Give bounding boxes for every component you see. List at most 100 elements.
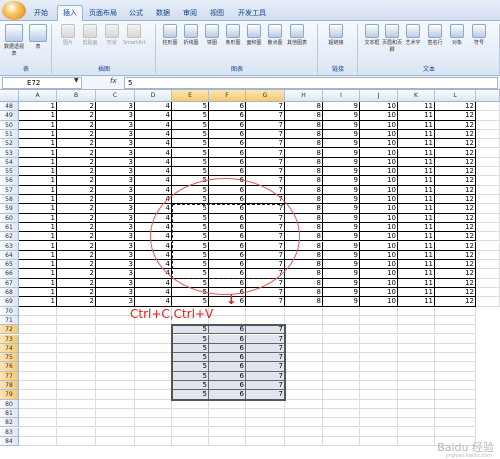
table-cell[interactable] bbox=[476, 260, 500, 270]
table-cell[interactable] bbox=[172, 418, 209, 428]
table-cell[interactable] bbox=[476, 278, 500, 288]
table-cell[interactable]: 11 bbox=[398, 111, 435, 121]
table-cell[interactable]: 2 bbox=[57, 278, 96, 288]
table-cell[interactable]: 7 bbox=[246, 278, 285, 288]
pasted-cell[interactable]: 5 bbox=[172, 371, 209, 381]
table-cell[interactable] bbox=[172, 436, 209, 447]
table-cell[interactable]: 8 bbox=[285, 167, 323, 177]
table-cell[interactable]: 5 bbox=[172, 195, 209, 205]
table-cell[interactable]: 11 bbox=[398, 176, 435, 186]
ribbon-button-4-3[interactable]: 签名行 bbox=[424, 24, 446, 47]
chevron-down-icon[interactable]: ▼ bbox=[74, 77, 79, 84]
table-cell[interactable] bbox=[360, 371, 398, 381]
table-cell[interactable]: 6 bbox=[209, 250, 246, 261]
table-cell[interactable] bbox=[360, 408, 398, 419]
pasted-cell[interactable]: 5 bbox=[172, 390, 209, 400]
table-cell[interactable]: 7 bbox=[246, 120, 285, 130]
table-cell[interactable] bbox=[135, 399, 172, 409]
table-cell[interactable] bbox=[285, 381, 323, 391]
table-cell[interactable] bbox=[398, 315, 435, 326]
table-cell[interactable]: 1 bbox=[19, 260, 57, 270]
ribbon-button-0-1[interactable]: 表 bbox=[27, 24, 49, 51]
table-cell[interactable]: 4 bbox=[135, 129, 172, 140]
table-cell[interactable]: 1 bbox=[19, 176, 57, 186]
row-header[interactable]: 67 bbox=[0, 278, 19, 288]
table-cell[interactable] bbox=[285, 343, 323, 354]
table-cell[interactable] bbox=[398, 334, 435, 344]
row-header[interactable]: 49 bbox=[0, 111, 19, 121]
table-cell[interactable]: 3 bbox=[96, 288, 135, 298]
table-cell[interactable]: 3 bbox=[96, 139, 135, 149]
table-cell[interactable]: 2 bbox=[57, 269, 96, 279]
table-cell[interactable]: 8 bbox=[285, 102, 323, 112]
table-cell[interactable]: 12 bbox=[435, 129, 476, 140]
table-cell[interactable] bbox=[323, 408, 360, 419]
ribbon-button-2-4[interactable]: 面积图 bbox=[243, 24, 265, 47]
table-cell[interactable]: 5 bbox=[172, 288, 209, 298]
table-cell[interactable]: 10 bbox=[360, 195, 398, 205]
table-cell[interactable] bbox=[360, 315, 398, 326]
table-cell[interactable]: 10 bbox=[360, 250, 398, 261]
table-cell[interactable] bbox=[476, 232, 500, 242]
table-cell[interactable]: 10 bbox=[360, 260, 398, 270]
table-cell[interactable]: 7 bbox=[246, 204, 285, 214]
table-cell[interactable]: 3 bbox=[96, 204, 135, 214]
table-cell[interactable]: 4 bbox=[135, 288, 172, 298]
pasted-cell[interactable]: 5 bbox=[172, 334, 209, 344]
table-cell[interactable] bbox=[435, 362, 476, 372]
row-header[interactable]: 60 bbox=[0, 213, 19, 223]
table-cell[interactable] bbox=[360, 427, 398, 437]
tab-1[interactable]: 插入 bbox=[57, 5, 83, 22]
table-cell[interactable]: 9 bbox=[323, 185, 360, 195]
table-cell[interactable] bbox=[398, 381, 435, 391]
table-cell[interactable]: 10 bbox=[360, 213, 398, 223]
pasted-cell[interactable]: 6 bbox=[209, 371, 246, 381]
table-cell[interactable] bbox=[57, 408, 96, 419]
pasted-cell[interactable]: 5 bbox=[172, 362, 209, 372]
table-cell[interactable]: 3 bbox=[96, 148, 135, 158]
table-cell[interactable]: 9 bbox=[323, 157, 360, 168]
table-cell[interactable]: 6 bbox=[209, 111, 246, 121]
table-cell[interactable]: 8 bbox=[285, 269, 323, 279]
table-cell[interactable] bbox=[209, 408, 246, 419]
table-cell[interactable]: 5 bbox=[172, 120, 209, 130]
table-cell[interactable]: 1 bbox=[19, 269, 57, 279]
table-cell[interactable]: 8 bbox=[285, 250, 323, 261]
table-cell[interactable]: 10 bbox=[360, 167, 398, 177]
table-cell[interactable] bbox=[285, 436, 323, 447]
table-cell[interactable]: 1 bbox=[19, 278, 57, 288]
table-cell[interactable]: 3 bbox=[96, 111, 135, 121]
table-cell[interactable]: 6 bbox=[209, 260, 246, 270]
row-header[interactable]: 68 bbox=[0, 288, 19, 298]
row-header[interactable]: 76 bbox=[0, 362, 19, 372]
table-cell[interactable] bbox=[476, 241, 500, 251]
name-box[interactable]: E72 bbox=[2, 77, 82, 89]
row-header[interactable]: 51 bbox=[0, 129, 19, 140]
ribbon-button-1-2[interactable]: 形状 bbox=[101, 24, 123, 47]
table-cell[interactable]: 5 bbox=[172, 185, 209, 195]
table-cell[interactable]: 11 bbox=[398, 278, 435, 288]
table-cell[interactable]: 5 bbox=[172, 111, 209, 121]
table-cell[interactable]: 6 bbox=[209, 222, 246, 233]
pasted-cell[interactable]: 7 bbox=[246, 371, 285, 381]
table-cell[interactable]: 3 bbox=[96, 222, 135, 233]
column-header-E[interactable]: E bbox=[172, 90, 209, 102]
table-cell[interactable] bbox=[360, 418, 398, 428]
table-cell[interactable]: 12 bbox=[435, 260, 476, 270]
table-cell[interactable]: 8 bbox=[285, 185, 323, 195]
table-cell[interactable]: 6 bbox=[209, 129, 246, 140]
row-header[interactable]: 74 bbox=[0, 343, 19, 354]
table-cell[interactable]: 4 bbox=[135, 269, 172, 279]
table-cell[interactable] bbox=[360, 353, 398, 363]
table-cell[interactable]: 11 bbox=[398, 269, 435, 279]
table-cell[interactable]: 7 bbox=[246, 241, 285, 251]
table-cell[interactable]: 10 bbox=[360, 269, 398, 279]
table-cell[interactable] bbox=[398, 436, 435, 447]
table-cell[interactable]: 4 bbox=[135, 157, 172, 168]
table-cell[interactable]: 6 bbox=[209, 278, 246, 288]
table-cell[interactable]: 2 bbox=[57, 232, 96, 242]
table-cell[interactable]: 1 bbox=[19, 297, 57, 307]
tab-7[interactable]: 开发工具 bbox=[232, 6, 272, 21]
table-cell[interactable]: 2 bbox=[57, 129, 96, 140]
table-cell[interactable]: 3 bbox=[96, 195, 135, 205]
